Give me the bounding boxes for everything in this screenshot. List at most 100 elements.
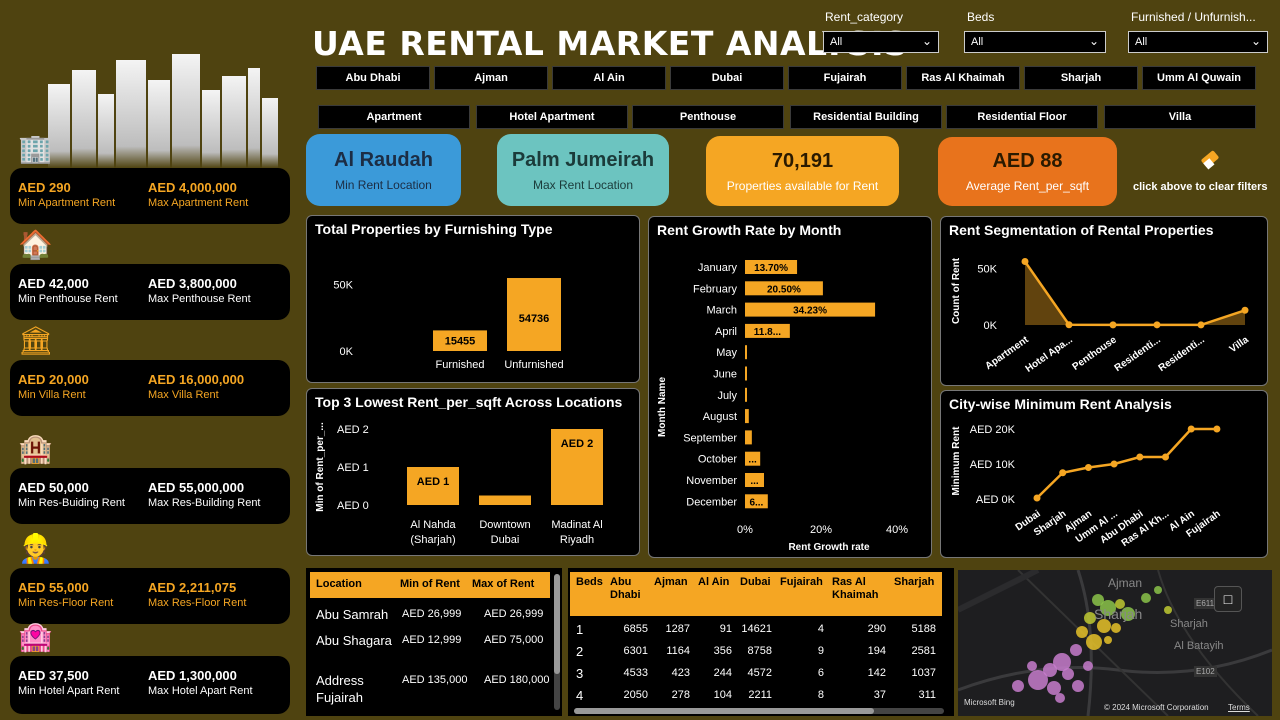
furnished-dropdown[interactable]: All ⌄ (1128, 31, 1268, 53)
x-tick-label: Madinat Al Riyadh (551, 519, 602, 546)
city-filter-button[interactable]: Abu Dhabi (316, 66, 430, 90)
map-bubble[interactable] (1012, 680, 1024, 692)
map-bubble[interactable] (1154, 586, 1162, 594)
map-bubble[interactable] (1072, 680, 1084, 692)
map-bubble[interactable] (1111, 623, 1121, 633)
y-tick-label: December (686, 496, 737, 508)
eraser-icon[interactable] (1196, 144, 1224, 177)
growth-bar (745, 366, 747, 381)
map-bubble[interactable] (1062, 668, 1074, 680)
map-bubble[interactable] (1076, 626, 1088, 638)
type-filter-button[interactable]: Penthouse (632, 105, 784, 129)
max-rent-value: AED 16,000,000 (148, 372, 245, 387)
city-filter-button[interactable]: Fujairah (788, 66, 902, 90)
type-filter-button[interactable]: Villa (1104, 105, 1256, 129)
column-header[interactable]: Min of Rent (400, 578, 460, 590)
dropdown-value: All (971, 36, 984, 48)
map-attribution: © 2024 Microsoft Corporation (1104, 703, 1209, 712)
y-tick-label: July (717, 390, 737, 402)
city-filter-button[interactable]: Ras Al Khaimah (906, 66, 1020, 90)
y-tick-label: September (683, 432, 737, 444)
min-rent-label: Min Res-Floor Rent (18, 597, 114, 609)
map-brand: Microsoft Bing (964, 698, 1015, 707)
column-header[interactable]: Fujairah (780, 576, 828, 589)
road-label: E611 (1194, 598, 1217, 609)
growth-bar-chart[interactable]: Month Name January 13.70% February 20.50% Mar… (649, 217, 933, 559)
city-filter-button[interactable]: Umm Al Quwain (1142, 66, 1256, 90)
y-tick-label: 50K (977, 263, 997, 275)
table-row[interactable]: 1 6855 1287 91 14621 4 290 5188 (570, 620, 942, 640)
table-row[interactable]: Address Fujairah AED 135,000 AED 180,000 (310, 672, 550, 708)
max-rent-value: AED 3,800,000 (148, 276, 237, 291)
segmentation-area-chart[interactable]: Count of Rent 50K0KApartmentHotel Apa...P… (941, 217, 1269, 387)
map-bubble[interactable] (1083, 661, 1093, 671)
dropdown-value: All (1135, 36, 1148, 48)
type-filter-button[interactable]: Residential Building (790, 105, 942, 129)
max-rent-label: Max Res-Floor Rent (148, 597, 247, 609)
slicer-label-rent-category: Rent_category (825, 10, 904, 24)
map-bubble[interactable] (1027, 661, 1037, 671)
map-label: Ajman (1108, 576, 1143, 590)
min-rent-label: Min Hotel Apart Rent (18, 685, 120, 697)
map-bubble[interactable] (1028, 670, 1048, 690)
table-row[interactable]: 3 4533 423 244 4572 6 142 1037 (570, 664, 942, 684)
lowest-rent-bar-chart[interactable]: Min of Rent_per_... AED 2 AED 1 AED 0 AED 1 A… (307, 389, 641, 557)
segment-point (1065, 321, 1073, 329)
beds-dropdown[interactable]: All ⌄ (964, 31, 1106, 53)
map-bubble[interactable] (1055, 693, 1065, 703)
column-header[interactable]: Location (316, 578, 362, 590)
map-bubble[interactable] (1141, 593, 1151, 603)
y-axis-label: Minimum Rent (951, 426, 962, 496)
map-bubble[interactable] (1104, 636, 1112, 644)
column-header[interactable]: Dubai (740, 576, 778, 589)
column-header[interactable]: Al Ain (698, 576, 736, 589)
type-filter-button[interactable]: Apartment (318, 105, 470, 129)
kpi-value: Palm Jumeirah (511, 148, 655, 171)
column-header[interactable]: Max of Rent (472, 578, 534, 590)
map-label: Al Batayih (1174, 640, 1224, 652)
column-header[interactable]: Beds (576, 576, 608, 589)
map-bubble[interactable] (1086, 634, 1102, 650)
min-rent-label: Min Apartment Rent (18, 197, 116, 209)
table-hscrollbar[interactable] (574, 708, 944, 714)
city-filter-button[interactable]: Dubai (670, 66, 784, 90)
table-row[interactable]: 4 2050 278 104 2211 8 37 311 (570, 686, 942, 706)
city-filter-button[interactable]: Sharjah (1024, 66, 1138, 90)
count-cell: 4572 (747, 667, 772, 679)
table-row[interactable]: 2 6301 1164 356 8758 9 194 2581 (570, 642, 942, 662)
map-bubble[interactable] (1164, 606, 1172, 614)
column-header[interactable]: Ajman (654, 576, 694, 589)
column-header[interactable]: Ras Al Khaimah (832, 576, 888, 602)
lowest-rent-bar (479, 495, 531, 505)
table-scrollbar[interactable] (554, 574, 560, 710)
x-tick-label: Al Nahda (Sharjah) (410, 519, 456, 546)
type-filter-button[interactable]: Residential Floor (946, 105, 1098, 129)
rent-category-dropdown[interactable]: All ⌄ (823, 31, 939, 53)
y-axis-label: Count of Rent (951, 257, 962, 324)
rent-map[interactable]: Ajman Sharjah Al Batayih Sharjah E611 E1… (958, 570, 1272, 716)
furnishing-bar-chart[interactable]: Count of Purpose50K0K15455Furnished54736… (307, 216, 641, 384)
city-filter-button[interactable]: Ajman (434, 66, 548, 90)
type-filter-button[interactable]: Hotel Apartment (476, 105, 628, 129)
count-cell: 8 (817, 689, 824, 701)
kpi-value: 70,191 (771, 149, 834, 172)
kpi-card: 70,191 Properties available for Rent (706, 136, 899, 206)
table-row[interactable]: Abu Shagara AED 12,999 AED 75,000 (310, 632, 550, 668)
count-cell: 14621 (741, 623, 772, 635)
city-min-point (1033, 494, 1041, 502)
furnishing-chart-card: Total Properties by Furnishing Type Coun… (306, 215, 640, 383)
column-header[interactable]: Sharjah (894, 576, 938, 589)
column-header[interactable]: Abu Dhabi (610, 576, 650, 602)
map-terms-link[interactable]: Terms (1228, 703, 1250, 712)
map-label: Sharjah (1094, 606, 1143, 622)
table-header: Beds Abu Dhabi Ajman Al Ain Dubai Fujairah Ras… (570, 572, 942, 616)
x-tick-label: Residenti... (1113, 334, 1163, 374)
kpi-label: Min Rent Location (335, 177, 432, 192)
map-bubble[interactable] (1070, 644, 1082, 656)
map-select-button[interactable]: □ (1214, 586, 1242, 612)
city-min-line-chart[interactable]: Minimum Rent AED 20KAED 10KAED 0KDubaiSha… (941, 391, 1269, 559)
city-filter-button[interactable]: Al Ain (552, 66, 666, 90)
clear-filters-hint: click above to clear filters (1133, 181, 1268, 193)
count-cell: 311 (918, 689, 936, 701)
min-rent-label: Min Penthouse Rent (18, 293, 118, 305)
